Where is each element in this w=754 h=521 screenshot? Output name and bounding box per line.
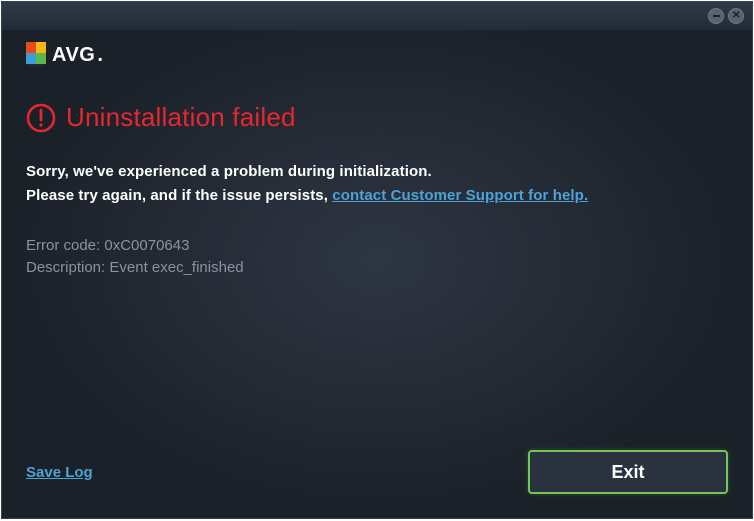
minimize-icon — [713, 15, 720, 17]
error-desc-row: Description: Event exec_finished — [26, 257, 728, 280]
error-block: Error code: 0xC0070643 Description: Even… — [26, 235, 728, 280]
dialog-content: AVG. Uninstallation failed Sorry, we've … — [2, 30, 752, 518]
support-link[interactable]: contact Customer Support for help. — [332, 187, 588, 204]
logo-dot: . — [97, 44, 103, 67]
error-code-value: 0xC0070643 — [104, 237, 189, 254]
dialog-window: ✕ AVG. U — [1, 1, 753, 519]
titlebar: ✕ — [2, 2, 752, 30]
logo-icon — [26, 42, 46, 68]
close-button[interactable]: ✕ — [728, 8, 744, 24]
alert-icon — [26, 103, 56, 133]
error-desc-value: Event exec_finished — [109, 259, 243, 276]
logo: AVG. — [26, 42, 728, 68]
error-desc-label: Description: — [26, 259, 109, 276]
error-code-label: Error code: — [26, 237, 104, 254]
logo-text: AVG — [52, 44, 95, 67]
close-icon: ✕ — [731, 11, 740, 21]
heading-text: Uninstallation failed — [66, 102, 296, 133]
message-line2-prefix: Please try again, and if the issue persi… — [26, 187, 332, 204]
message-line2: Please try again, and if the issue persi… — [26, 185, 728, 207]
error-code-row: Error code: 0xC0070643 — [26, 235, 728, 258]
footer: Save Log Exit — [26, 450, 728, 494]
message-block: Sorry, we've experienced a problem durin… — [26, 161, 728, 207]
save-log-link[interactable]: Save Log — [26, 464, 93, 481]
minimize-button[interactable] — [708, 8, 724, 24]
heading-row: Uninstallation failed — [26, 102, 728, 133]
message-line1: Sorry, we've experienced a problem durin… — [26, 161, 728, 183]
exit-button[interactable]: Exit — [528, 450, 728, 494]
